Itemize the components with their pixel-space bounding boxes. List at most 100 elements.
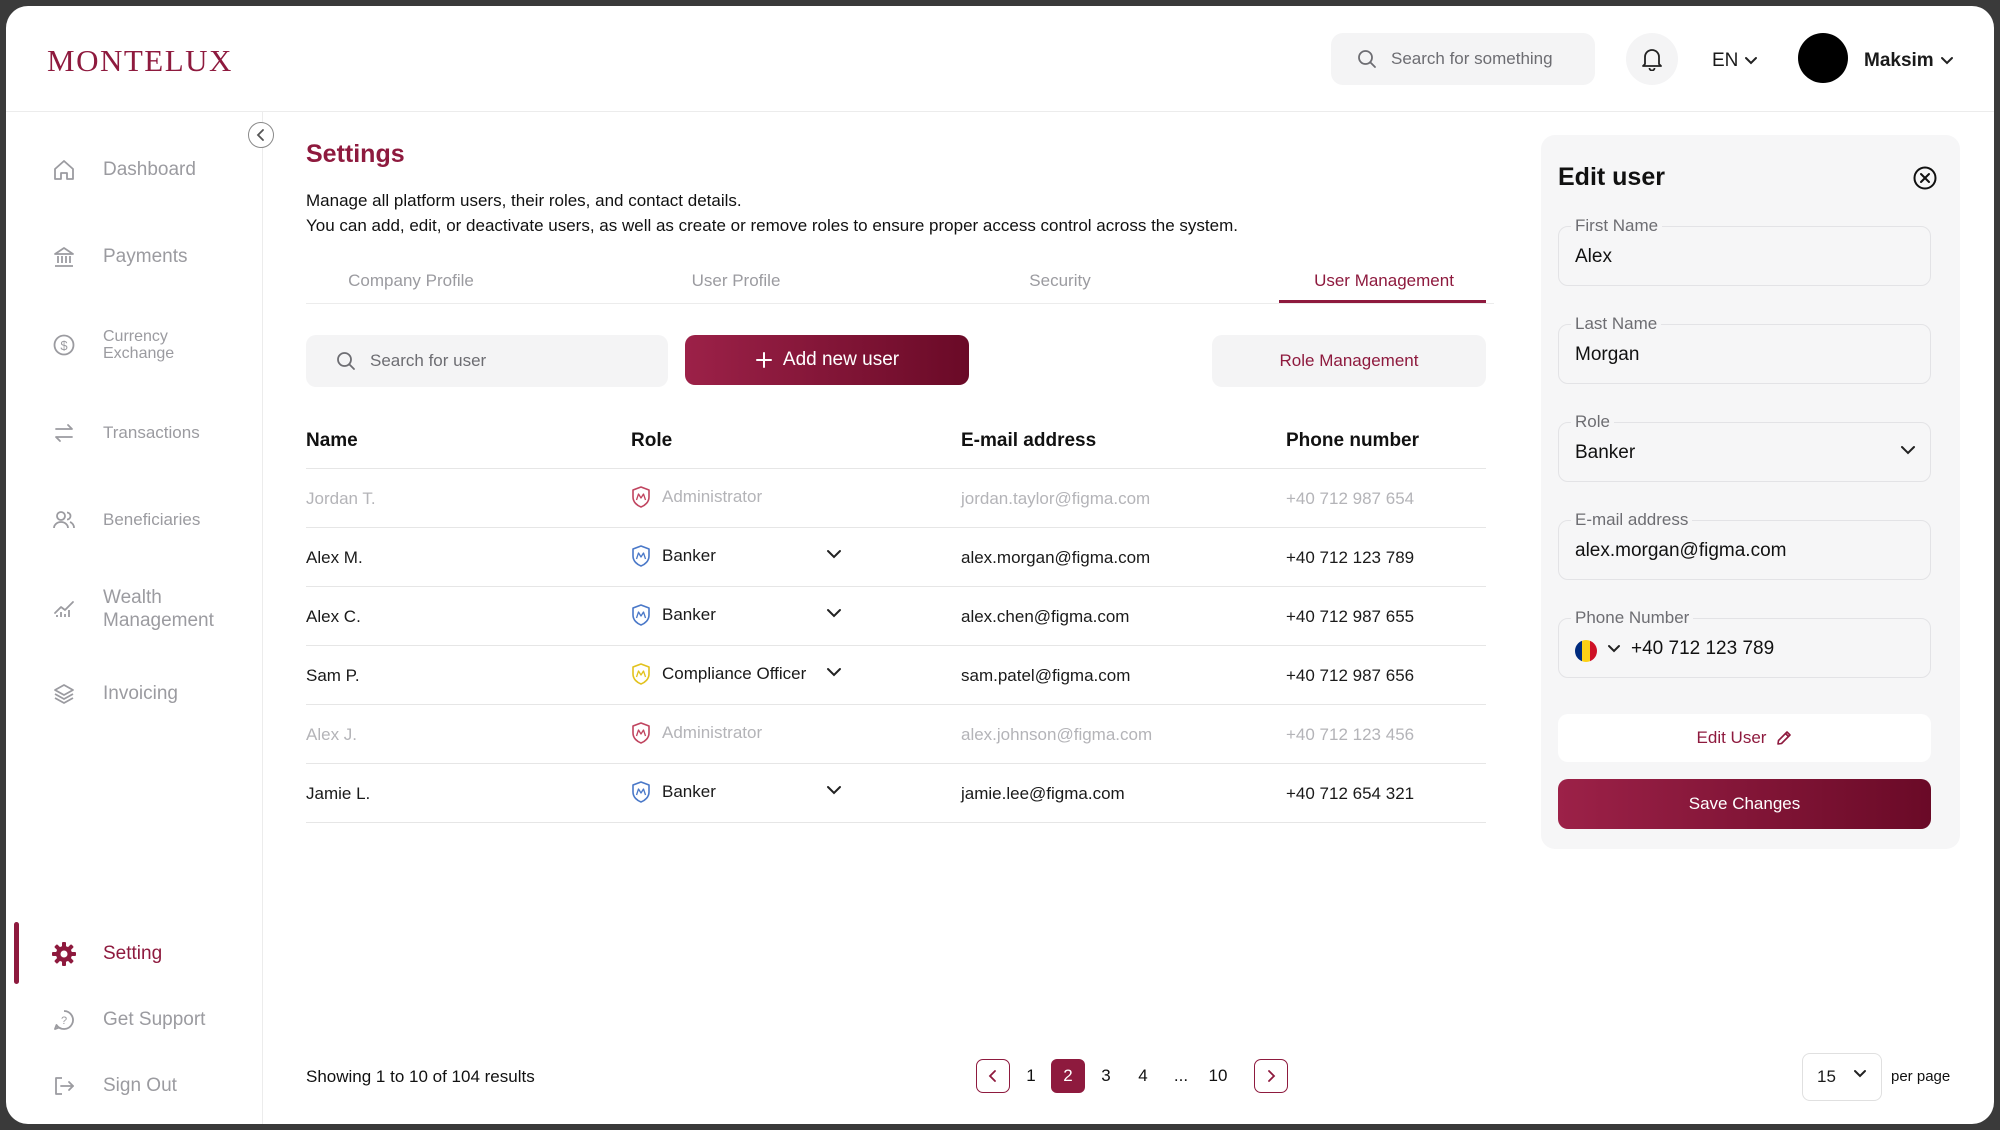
last-name-field[interactable]: Last Name Morgan <box>1558 314 1931 384</box>
support-icon: ? <box>50 1006 78 1034</box>
first-name-label: First Name <box>1571 216 1663 236</box>
chevron-down-icon <box>1854 1070 1866 1078</box>
role-cell[interactable]: Banker <box>631 604 716 626</box>
table-row[interactable]: Alex M. Banker alex.morgan@figma.com +40 71… <box>306 528 1486 587</box>
table-row[interactable]: Alex J. Administrator alex.johnson@figma.c… <box>306 705 1486 764</box>
page-description: Manage all platform users, their roles, … <box>306 188 1238 238</box>
role-value: Banker <box>1575 442 1636 463</box>
chevron-left-icon <box>988 1070 996 1082</box>
role-cell[interactable]: Banker <box>631 545 716 567</box>
app-window: MONTELUX Search for something EN Maksim … <box>6 6 1994 1124</box>
chevron-down-icon[interactable] <box>826 667 842 677</box>
sidebar-item-label: Invoicing <box>103 683 178 704</box>
tab-company-profile[interactable]: Company Profile <box>306 271 516 291</box>
table-row[interactable]: Alex C. Banker alex.chen@figma.com +40 712 … <box>306 587 1486 646</box>
role-select[interactable]: Role Banker <box>1558 412 1931 482</box>
avatar[interactable] <box>1798 33 1848 83</box>
edit-user-button[interactable]: Edit User <box>1558 714 1931 762</box>
tab-user-management[interactable]: User Management <box>1279 271 1489 291</box>
notifications-button[interactable] <box>1626 33 1678 85</box>
sidebar-item-invoicing[interactable]: Invoicing <box>50 680 178 708</box>
sidebar-item-label: Transactions <box>103 423 200 442</box>
chevron-down-icon[interactable] <box>826 608 842 618</box>
language-selector[interactable]: EN <box>1712 50 1758 72</box>
sidebar-item-wealth-management[interactable]: Wealth Management <box>50 586 214 632</box>
sidebar-item-payments[interactable]: Payments <box>50 243 187 271</box>
top-bar: MONTELUX Search for something EN Maksim <box>6 6 1994 112</box>
sidebar-item-get-support[interactable]: ? Get Support <box>50 1006 205 1034</box>
table-header: Name Role E-mail address Phone number <box>306 416 1486 469</box>
panel-title: Edit user <box>1558 163 1665 191</box>
email-cell: jordan.taylor@figma.com <box>961 489 1151 508</box>
page-button-10[interactable]: 10 <box>1201 1059 1235 1093</box>
sidebar-item-label: Setting <box>103 943 163 964</box>
romania-flag-icon[interactable] <box>1575 640 1597 662</box>
table-row[interactable]: Jordan T. Administrator jordan.taylor@figm… <box>306 469 1486 528</box>
sidebar-item-setting[interactable]: Setting <box>50 940 162 968</box>
save-changes-button[interactable]: Save Changes <box>1558 779 1931 829</box>
user-menu[interactable]: Maksim <box>1864 50 1954 72</box>
page-button-2[interactable]: 2 <box>1051 1059 1085 1093</box>
pencil-icon <box>1777 731 1792 745</box>
brand-logo[interactable]: MONTELUX <box>47 43 233 79</box>
sidebar-item-beneficiaries[interactable]: Beneficiaries <box>50 506 200 534</box>
per-page-select[interactable]: 15 <box>1802 1053 1882 1101</box>
role-cell[interactable]: Compliance Officer <box>631 663 806 685</box>
bell-icon <box>1642 49 1662 71</box>
edit-user-label: Edit User <box>1696 728 1767 747</box>
user-name-cell: Alex C. <box>306 607 361 626</box>
role-cell[interactable]: Banker <box>631 781 716 803</box>
sidebar-item-label: Get Support <box>103 1009 206 1030</box>
shield-icon <box>632 486 650 508</box>
shield-icon <box>632 722 650 744</box>
users-icon <box>50 506 78 534</box>
global-search-input[interactable]: Search for something <box>1331 33 1595 85</box>
email-label: E-mail address <box>1571 510 1693 530</box>
phone-cell: +40 712 654 321 <box>1286 784 1415 803</box>
chevron-down-icon[interactable] <box>826 549 842 559</box>
role-management-button[interactable]: Role Management <box>1212 335 1486 387</box>
prev-page-button[interactable] <box>976 1059 1010 1093</box>
shield-icon <box>632 545 650 567</box>
role-label: Administrator <box>662 487 763 506</box>
dollar-circle-icon: $ <box>50 331 78 359</box>
close-panel-button[interactable] <box>1912 165 1938 191</box>
layers-icon <box>50 680 78 708</box>
add-new-user-button[interactable]: Add new user <box>685 335 969 385</box>
first-name-value: Alex <box>1575 246 1612 267</box>
shield-icon <box>632 781 650 803</box>
sidebar-item-dashboard[interactable]: Dashboard <box>50 156 196 184</box>
email-field[interactable]: E-mail address alex.morgan@figma.com <box>1558 510 1931 580</box>
column-header-phone: Phone number <box>1286 430 1420 451</box>
user-name-cell: Jamie L. <box>306 784 371 803</box>
sign-out-icon <box>50 1072 78 1100</box>
sidebar-collapse-button[interactable] <box>248 122 274 148</box>
chevron-down-icon <box>1940 57 1953 65</box>
first-name-field[interactable]: First Name Alex <box>1558 216 1931 286</box>
chevron-down-icon[interactable] <box>826 785 842 795</box>
shield-icon <box>632 604 650 626</box>
sidebar-item-currency-exchange[interactable]: $ Currency Exchange <box>50 328 174 362</box>
next-page-button[interactable] <box>1254 1059 1288 1093</box>
tab-security[interactable]: Security <box>955 271 1165 291</box>
sidebar-item-label: Sign Out <box>103 1075 177 1096</box>
page-ellipsis: ... <box>1173 1066 1189 1085</box>
table-row[interactable]: Sam P. Compliance Officer sam.patel@figma.… <box>306 646 1486 705</box>
user-search-input[interactable]: Search for user <box>306 335 668 387</box>
page-title: Settings <box>306 140 405 168</box>
gear-icon <box>50 940 78 968</box>
email-value: alex.morgan@figma.com <box>1575 540 1787 561</box>
results-summary: Showing 1 to 10 of 104 results <box>306 1067 535 1086</box>
sidebar-item-label: Payments <box>103 246 188 267</box>
table-row[interactable]: Jamie L. Banker jamie.lee@figma.com +40 712… <box>306 764 1486 823</box>
page-button-1[interactable]: 1 <box>1014 1059 1048 1093</box>
chevron-down-icon[interactable] <box>1607 644 1621 654</box>
sidebar-item-sign-out[interactable]: Sign Out <box>50 1072 177 1100</box>
phone-field[interactable]: Phone Number +40 712 123 789 <box>1558 608 1931 678</box>
chart-icon <box>50 595 78 623</box>
page-button-4[interactable]: 4 <box>1126 1059 1160 1093</box>
phone-cell: +40 712 987 655 <box>1286 607 1415 626</box>
tab-user-profile[interactable]: User Profile <box>631 271 841 291</box>
sidebar-item-transactions[interactable]: Transactions <box>50 419 200 447</box>
page-button-3[interactable]: 3 <box>1089 1059 1123 1093</box>
